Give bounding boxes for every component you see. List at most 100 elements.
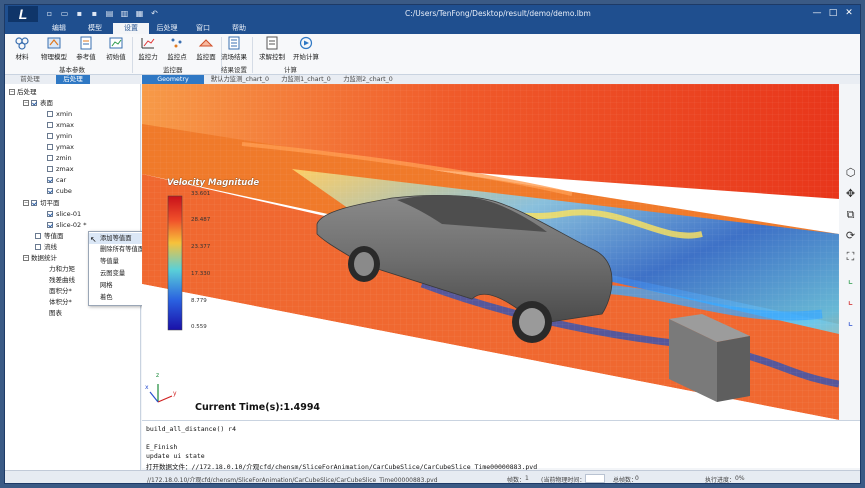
monitor-point-button[interactable]: 监控点 [162,36,192,61]
checkbox[interactable] [47,155,53,161]
fit-view-icon[interactable]: ⛶ [842,248,859,265]
monitor-force-button[interactable]: 监控力 [133,36,163,61]
tree-item[interactable]: ymin [47,131,72,141]
tree-item[interactable]: 残差曲线 [49,275,75,285]
rotate-icon[interactable]: ⟳ [842,227,859,244]
tree-label: 后处理 [17,88,37,96]
tree-item[interactable]: zmin [47,153,72,163]
start-compute-button[interactable]: 开始计算 [291,36,321,61]
ribbon-separator [252,37,253,73]
tab-geometry[interactable]: Geometry [142,75,204,84]
ribbon-group-basic: 基本参数 [59,66,85,74]
checkbox[interactable] [47,122,53,128]
colorbar-tick: 28.487 [191,217,211,223]
import-icon[interactable]: ▤ [105,8,114,19]
tree-item[interactable]: car [47,175,66,185]
save-icon[interactable]: ▪ [75,8,84,19]
tab-preprocess[interactable]: 前处理 [13,75,47,84]
view-cube-icon[interactable]: ⬡ [842,164,859,181]
tree-item[interactable]: ymax [47,142,74,152]
monitor-surface-button[interactable]: 监控面 [191,36,221,61]
undo-icon[interactable]: ↶ [150,8,159,19]
checkbox[interactable] [47,144,53,150]
solver-control-button[interactable]: 求解控制 [257,36,287,61]
initial-value-label: 初始值 [106,53,126,61]
checkbox[interactable] [35,244,41,250]
tab-postprocess[interactable]: 后处理 [56,75,90,84]
view-z-axis-icon[interactable]: ⌞ [842,313,859,330]
console-output: build_all_distance() r4 E_Finish update … [142,420,860,471]
collapse-icon[interactable]: − [23,200,29,206]
checkbox[interactable] [31,200,37,206]
tree-label: 残差曲线 [49,276,75,284]
flow-result-button[interactable]: 流场结果 [219,36,249,61]
tree-node-stats[interactable]: − 数据统计 [23,253,57,263]
menu-tab-settings[interactable]: 设置 [113,23,149,34]
tree-item[interactable]: zmax [47,164,74,174]
tree-node-stream[interactable]: 流线 [35,242,57,252]
tree-item[interactable]: 图表 [49,308,62,318]
view-y-axis-icon[interactable]: ⌞ [842,292,859,309]
zoom-box-icon[interactable]: ⧉ [842,206,859,223]
tree-item[interactable]: 力和力矩 [49,264,75,274]
checkbox[interactable] [31,100,37,106]
console-line: build_all_distance() r4 [146,425,237,433]
tree-node-slices[interactable]: − 切平面 [23,198,60,208]
menu-tab-edit[interactable]: 编辑 [41,23,77,34]
menu-tab-postprocess[interactable]: 后处理 [149,23,185,34]
checkbox[interactable] [47,177,53,183]
collapse-icon[interactable]: − [9,89,15,95]
tab-force1-chart[interactable]: 力监测1_chart_0 [276,75,336,84]
progress-label: 执行进度： [705,477,736,484]
colorbar-tick: 17.330 [191,271,211,277]
export-icon[interactable]: ▥ [120,8,129,19]
3d-viewport[interactable]: Velocity Magnitude 33.601 28.487 23.377 … [142,84,839,420]
view-x-axis-icon[interactable]: ⌞ [842,271,859,288]
initial-value-button[interactable]: 初始值 [101,36,131,61]
axis-label-y: y [173,390,177,397]
checkbox[interactable] [47,133,53,139]
reference-value-button[interactable]: 参考值 [71,36,101,61]
frame-input[interactable] [585,474,605,483]
tree-label: 力和力矩 [49,265,75,273]
tree-item[interactable]: xmax [47,120,74,130]
menu-tab-model[interactable]: 模型 [77,23,113,34]
mouse-cursor-icon: ↖ [90,235,97,244]
tree-item[interactable]: 体积分* [49,297,72,307]
menu-tab-help[interactable]: 帮助 [221,23,257,34]
open-file-icon[interactable]: ▭ [60,8,69,19]
tree-node-surfaces[interactable]: − 表面 [23,98,53,108]
checkbox[interactable] [35,233,41,239]
ribbon-group-compute: 计算 [284,66,297,74]
close-button[interactable]: ✕ [843,7,855,20]
checkbox[interactable] [47,211,53,217]
view-tabs: Geometry 默认力监测_chart_0 力监测1_chart_0 力监测2… [142,75,860,84]
physics-model-button[interactable]: 物理模型 [39,36,69,61]
checkbox[interactable] [47,166,53,172]
tree-item[interactable]: 面积分* [49,286,72,296]
material-button[interactable]: 材料 [7,36,37,61]
checkbox[interactable] [47,111,53,117]
tree-node-root[interactable]: − 后处理 [9,87,37,97]
collapse-icon[interactable]: − [23,255,29,261]
minimize-button[interactable]: — [811,7,823,20]
tab-force2-chart[interactable]: 力监测2_chart_0 [338,75,398,84]
save-as-icon[interactable]: ▪ [90,8,99,19]
menu-tab-window[interactable]: 窗口 [185,23,221,34]
tree-item[interactable]: xmin [47,109,72,119]
monitor-surface-label: 监控面 [196,53,216,61]
pan-icon[interactable]: ✥ [842,185,859,202]
report-icon[interactable]: ▦ [135,8,144,19]
checkbox[interactable] [47,222,53,228]
tree-node-iso[interactable]: 等值面 [35,231,64,241]
tree-item[interactable]: slice-02 * [47,220,87,230]
tab-default-force-chart[interactable]: 默认力监测_chart_0 [206,75,274,84]
tree-label: 切平面 [40,199,60,207]
checkbox[interactable] [47,188,53,194]
collapse-icon[interactable]: − [23,100,29,106]
tree-item[interactable]: cube [47,186,72,196]
maximize-button[interactable]: □ [827,7,839,20]
tree-item[interactable]: slice-01 [47,209,81,219]
new-file-icon[interactable]: ▫ [45,8,54,19]
tree-label: xmax [56,121,75,129]
